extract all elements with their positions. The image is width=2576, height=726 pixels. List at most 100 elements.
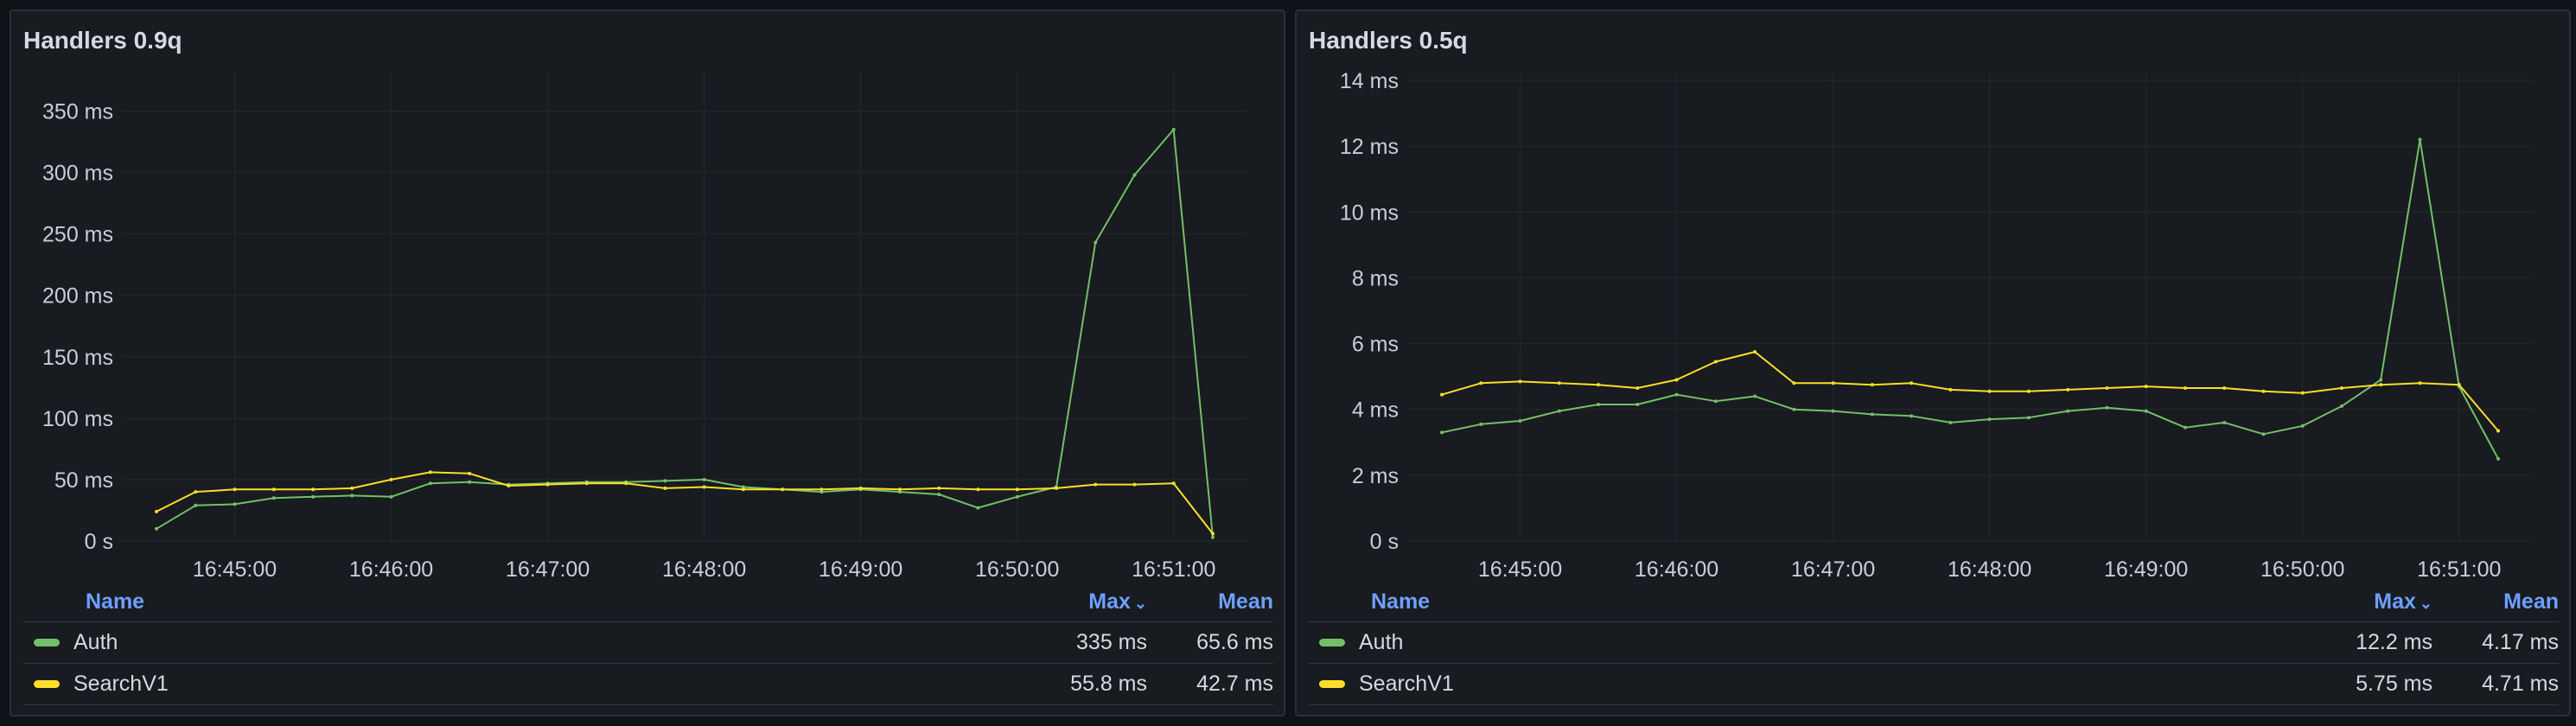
legend-series-name[interactable]: SearchV1 — [73, 672, 169, 697]
data-point — [1557, 381, 1561, 385]
data-point — [1440, 430, 1444, 435]
data-point — [1870, 383, 1874, 387]
data-point — [2183, 385, 2187, 390]
data-point — [1518, 379, 1522, 384]
series-color-swatch[interactable] — [1319, 639, 1345, 646]
data-point — [428, 470, 432, 474]
legend-col-name[interactable]: Name — [23, 589, 1009, 615]
time-series-chart[interactable]: 0 s 50 ms 100 ms 150 ms 200 ms 250 ms 300 ms 35… — [11, 11, 1284, 582]
legend-col-mean[interactable]: Mean — [2433, 589, 2559, 615]
series-line-auth — [156, 128, 1214, 538]
legend-max-value: 12.2 ms — [2356, 630, 2433, 654]
data-point — [2066, 409, 2070, 413]
legend-col-max[interactable]: Max ⌄ — [1009, 589, 1147, 615]
y-tick-label: 8 ms — [1352, 266, 1399, 290]
series-color-swatch[interactable] — [34, 680, 60, 688]
x-tick-label: 16:47:00 — [506, 557, 590, 582]
data-point — [2026, 389, 2031, 393]
y-tick-label: 200 ms — [42, 284, 113, 309]
data-point — [858, 486, 863, 490]
data-point — [233, 487, 237, 492]
data-point — [663, 479, 667, 483]
series-line-auth — [1441, 138, 2499, 460]
y-tick-label: 100 ms — [42, 407, 113, 431]
x-tick-label: 16:49:00 — [819, 557, 902, 582]
data-point — [1094, 240, 1098, 245]
data-point — [1054, 486, 1058, 490]
legend-row[interactable]: SearchV1 5.75 ms 4.71 ms — [1309, 664, 2559, 705]
data-point — [1094, 482, 1098, 487]
legend-series-name[interactable]: Auth — [73, 630, 118, 655]
data-point — [2418, 381, 2422, 385]
data-point — [194, 490, 198, 494]
data-point — [1674, 378, 1679, 382]
data-point — [1713, 360, 1718, 364]
legend-series-name[interactable]: Auth — [1359, 630, 1403, 655]
x-tick-label: 16:49:00 — [2104, 557, 2188, 582]
x-tick-label: 16:50:00 — [2260, 557, 2344, 582]
data-point — [1831, 381, 1835, 385]
data-point — [1792, 407, 1796, 411]
legend-series-name[interactable]: SearchV1 — [1359, 672, 1454, 697]
data-point — [2261, 432, 2266, 436]
series-color-swatch[interactable] — [34, 639, 60, 646]
legend-col-mean[interactable]: Mean — [1147, 589, 1273, 615]
data-point — [1910, 414, 1914, 418]
legend-col-max-label: Max — [2374, 589, 2416, 614]
data-point — [937, 492, 941, 496]
legend-max-value: 55.8 ms — [1070, 672, 1147, 696]
x-tick-label: 16:48:00 — [1948, 557, 2031, 582]
panel-handlers-0-9q[interactable]: Handlers 0.9q 0 s 50 ms 100 ms 150 ms 200 ms… — [10, 10, 1285, 716]
legend-max-value: 5.75 ms — [2356, 672, 2433, 696]
y-tick-label: 0 s — [1370, 530, 1399, 554]
legend-header: Name Max ⌄ Mean — [1309, 582, 2559, 622]
time-series-chart[interactable]: 0 s 2 ms 4 ms 6 ms 8 ms 10 ms 12 ms 14 ms 16:45:… — [1297, 11, 2569, 582]
data-point — [1171, 481, 1176, 486]
chevron-down-icon: ⌄ — [2419, 594, 2433, 612]
y-tick-label: 10 ms — [1340, 201, 1399, 225]
series-line-searchv1 — [156, 471, 1214, 535]
x-tick-label: 16:45:00 — [1478, 557, 1562, 582]
data-point — [1132, 173, 1137, 177]
data-point — [1015, 494, 1019, 499]
data-point — [976, 487, 980, 492]
data-point — [2144, 385, 2148, 389]
data-point — [741, 487, 745, 492]
data-point — [819, 487, 824, 492]
data-point — [1636, 403, 1640, 407]
data-point — [1211, 535, 1215, 539]
data-point — [897, 487, 902, 492]
legend-col-name[interactable]: Name — [1309, 589, 2294, 615]
legend-row[interactable]: Auth 335 ms 65.6 ms — [23, 622, 1273, 664]
data-point — [1636, 385, 1640, 390]
y-tick-label: 0 s — [85, 530, 113, 554]
data-point — [428, 481, 432, 486]
data-point — [2183, 425, 2187, 430]
data-point — [2105, 385, 2109, 390]
data-point — [507, 484, 511, 488]
data-point — [2379, 383, 2383, 387]
data-point — [2339, 404, 2343, 408]
series-color-swatch[interactable] — [1319, 680, 1345, 688]
legend-row[interactable]: SearchV1 55.8 ms 42.7 ms — [23, 664, 1273, 705]
data-point — [1597, 403, 1601, 407]
data-point — [1211, 532, 1215, 536]
data-point — [2300, 391, 2305, 395]
data-point — [1910, 381, 1914, 385]
legend-row[interactable]: Auth 12.2 ms 4.17 ms — [1309, 622, 2559, 664]
legend-col-max-label: Max — [1088, 589, 1131, 614]
data-point — [1015, 487, 1019, 492]
data-point — [1987, 389, 1992, 393]
data-point — [350, 486, 354, 490]
data-point — [1753, 394, 1757, 398]
y-tick-label: 250 ms — [42, 223, 113, 247]
legend-mean-value: 4.17 ms — [2482, 630, 2559, 654]
y-tick-label: 4 ms — [1352, 398, 1399, 423]
panel-handlers-0-5q[interactable]: Handlers 0.5q 0 s2 ms 4 ms 6 ms 8 ms 10 ms 12… — [1295, 10, 2571, 716]
data-point — [2222, 420, 2227, 424]
chevron-down-icon: ⌄ — [1133, 594, 1147, 612]
legend-col-max[interactable]: Max ⌄ — [2294, 589, 2433, 615]
data-point — [937, 486, 941, 490]
data-point — [1870, 412, 1874, 417]
data-point — [2105, 405, 2109, 410]
